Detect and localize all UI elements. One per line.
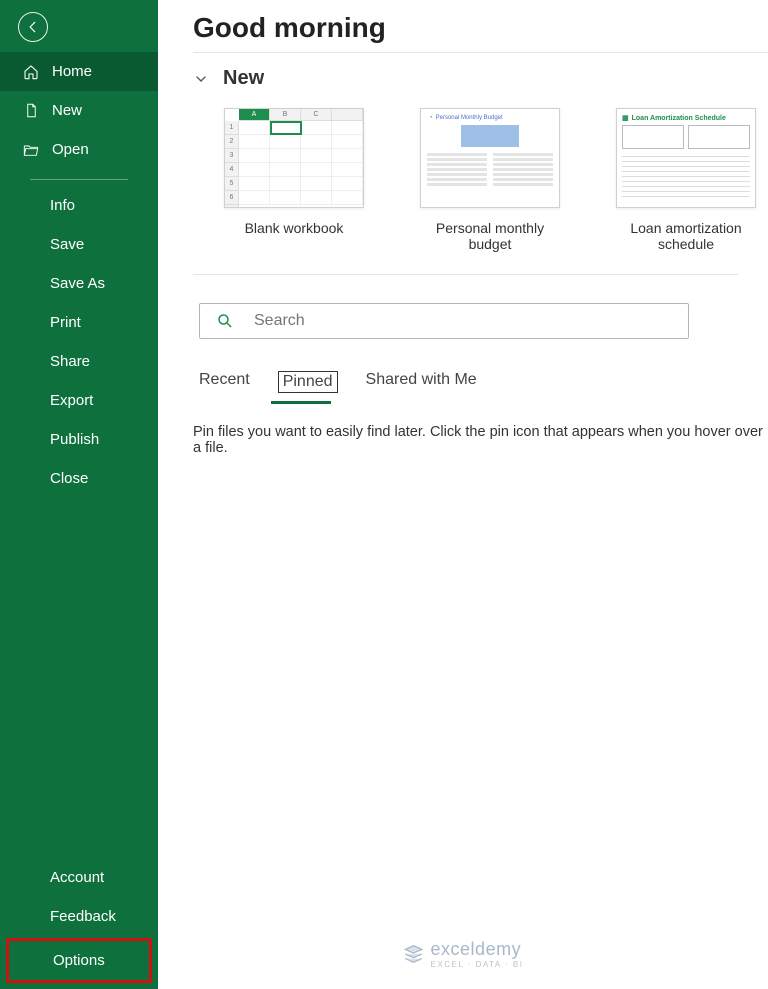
main-content: Good morning New ABC 123456: [158, 0, 768, 989]
section-title: New: [223, 67, 264, 90]
tab-shared-with-me[interactable]: Shared with Me: [366, 371, 477, 393]
template-label: Personal monthly budget: [415, 220, 565, 252]
new-section-header: New: [193, 67, 768, 90]
document-icon: [22, 103, 40, 118]
template-blank-workbook[interactable]: ABC 123456 Blank workbook: [219, 108, 369, 252]
collapse-toggle[interactable]: [193, 71, 209, 87]
watermark: exceldemy EXCEL · DATA · BI: [403, 939, 524, 969]
search-input[interactable]: [254, 312, 672, 330]
template-thumb: ABC 123456: [224, 108, 364, 208]
sidebar-divider: [30, 179, 128, 180]
sidebar-item-feedback[interactable]: Feedback: [0, 897, 158, 936]
sidebar-item-options[interactable]: Options: [9, 941, 149, 980]
sidebar-item-print[interactable]: Print: [0, 303, 158, 342]
watermark-brand: exceldemy: [431, 939, 522, 959]
search-icon: [216, 312, 234, 330]
template-label: Blank workbook: [219, 220, 369, 236]
sidebar-item-label: New: [52, 102, 82, 119]
sidebar-item-close[interactable]: Close: [0, 459, 158, 498]
sidebar-item-account[interactable]: Account: [0, 858, 158, 897]
chevron-down-icon: [193, 71, 209, 87]
template-thumb: ▦Loan Amortization Schedule: [616, 108, 756, 208]
search-box[interactable]: [199, 303, 689, 339]
sidebar-item-open[interactable]: Open: [0, 130, 158, 169]
folder-open-icon: [22, 142, 40, 158]
template-loan-amortization[interactable]: ▦Loan Amortization Schedule Loan amortiz…: [611, 108, 761, 252]
template-personal-monthly-budget[interactable]: ◔Personal Monthly Budget Personal monthl…: [415, 108, 565, 252]
sidebar-item-export[interactable]: Export: [0, 381, 158, 420]
arrow-left-icon: [26, 20, 40, 34]
back-button[interactable]: [18, 12, 48, 42]
sidebar-item-home[interactable]: Home: [0, 52, 158, 91]
sidebar-item-label: Open: [52, 141, 89, 158]
sidebar-item-new[interactable]: New: [0, 91, 158, 130]
options-highlight: Options: [6, 938, 152, 983]
template-label: Loan amortization schedule: [611, 220, 761, 252]
watermark-tagline: EXCEL · DATA · BI: [431, 960, 524, 969]
divider: [193, 52, 768, 53]
template-gallery: ABC 123456 Blank workbook ◔Pers: [219, 108, 768, 252]
sidebar-item-publish[interactable]: Publish: [0, 420, 158, 459]
template-thumb: ◔Personal Monthly Budget: [420, 108, 560, 208]
watermark-icon: [403, 943, 425, 965]
sidebar-item-save-as[interactable]: Save As: [0, 264, 158, 303]
sidebar-item-label: Home: [52, 63, 92, 80]
recent-tabs: Recent Pinned Shared with Me: [199, 371, 768, 393]
home-icon: [22, 64, 40, 80]
page-title: Good morning: [193, 12, 768, 44]
sidebar-item-info[interactable]: Info: [0, 186, 158, 225]
tab-active-underline: [271, 401, 331, 404]
sidebar-item-save[interactable]: Save: [0, 225, 158, 264]
pinned-empty-hint: Pin files you want to easily find later.…: [193, 424, 768, 456]
backstage-sidebar: Home New Open Info Save Save As Print Sh…: [0, 0, 158, 989]
tab-pinned[interactable]: Pinned: [278, 371, 338, 393]
tab-recent[interactable]: Recent: [199, 371, 250, 393]
sidebar-item-share[interactable]: Share: [0, 342, 158, 381]
divider: [193, 274, 738, 275]
